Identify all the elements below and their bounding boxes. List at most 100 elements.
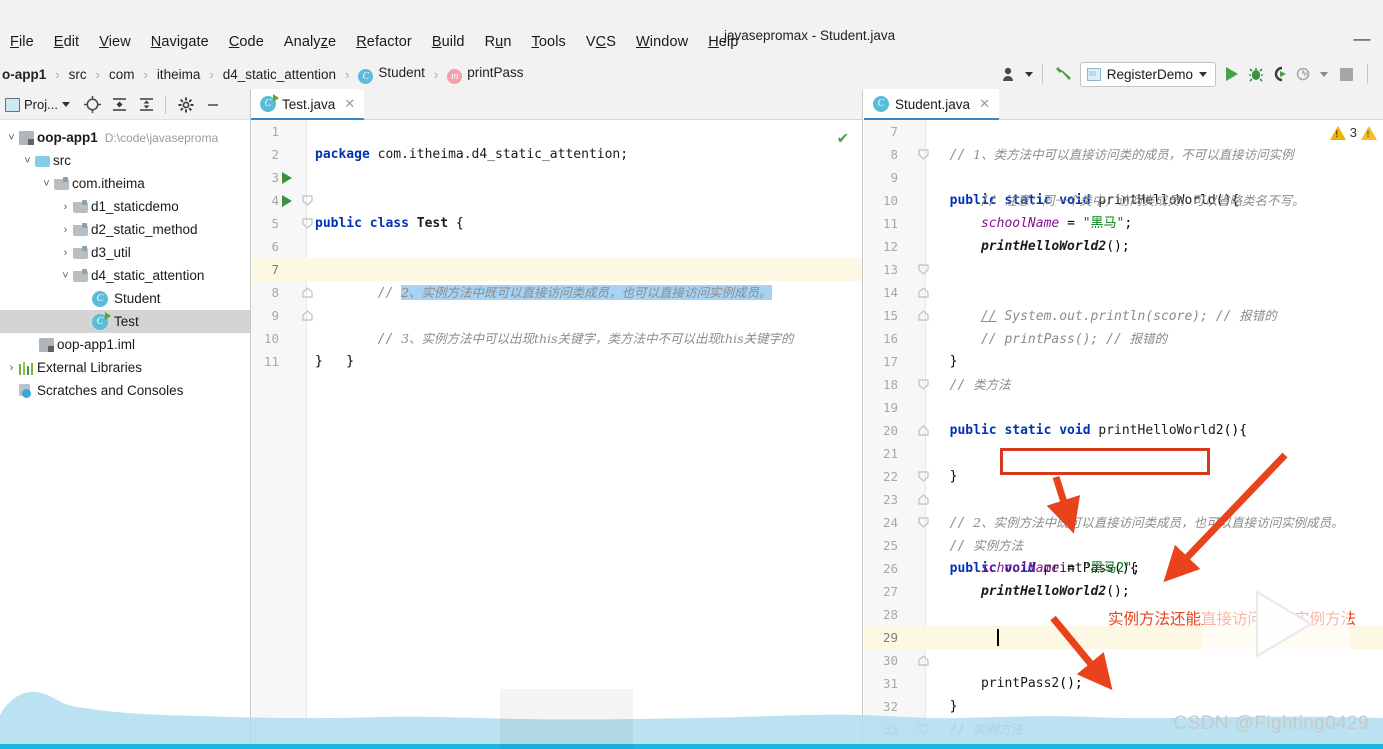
menu-build[interactable]: Build xyxy=(422,32,475,52)
breadcrumb-item-package[interactable]: d4_static_attention xyxy=(221,67,338,82)
locate-icon[interactable] xyxy=(80,93,105,117)
tree-item-src[interactable]: ˅ src xyxy=(0,149,250,172)
fold-close-icon[interactable] xyxy=(918,310,929,321)
minimize-icon[interactable] xyxy=(201,93,226,117)
expand-all-icon[interactable] xyxy=(107,93,132,117)
chevron-expanded-icon[interactable]: ˅ xyxy=(20,155,35,167)
code-line: 13 // System.out.println(score); // 报错的 xyxy=(864,258,1383,324)
close-icon[interactable]: ✕ xyxy=(344,96,355,112)
chevron-expanded-icon[interactable]: ˅ xyxy=(39,178,54,190)
fold-open-icon[interactable] xyxy=(918,149,929,160)
inspection-ok-icon[interactable]: ✔ xyxy=(838,128,848,148)
tree-item-file-test[interactable]: C Test xyxy=(0,310,250,333)
libraries-icon xyxy=(19,361,34,375)
tree-item-external-libraries[interactable]: › External Libraries xyxy=(0,356,250,379)
minimize-button[interactable]: — xyxy=(1351,30,1373,52)
tree-item-package-d2[interactable]: › d2_static_method xyxy=(0,218,250,241)
menu-code[interactable]: Code xyxy=(219,32,274,52)
run-with-coverage-icon[interactable] xyxy=(1268,62,1292,86)
fold-close-icon[interactable] xyxy=(302,310,313,321)
breadcrumb-item-module[interactable]: o-app1 xyxy=(0,67,48,82)
menu-file[interactable]: File xyxy=(0,32,44,52)
chevron-collapsed-icon[interactable]: › xyxy=(58,224,73,236)
breadcrumb-item-method[interactable]: m printPass xyxy=(445,65,525,84)
fold-close-icon[interactable] xyxy=(918,425,929,436)
menu-window[interactable]: Window xyxy=(626,32,698,52)
chevron-collapsed-icon[interactable]: › xyxy=(58,201,73,213)
code-line: 20 } xyxy=(864,419,1383,484)
code-editor-left[interactable]: 1 package com.itheima.d4_static_attentio… xyxy=(251,120,862,749)
fold-open-icon[interactable] xyxy=(918,379,929,390)
chevron-expanded-icon[interactable]: ˅ xyxy=(4,132,19,144)
user-menu-caret-icon[interactable] xyxy=(1024,71,1033,77)
line-number: 20 xyxy=(882,423,898,438)
build-hammer-icon[interactable] xyxy=(1052,62,1076,86)
breadcrumb-item-class[interactable]: C Student xyxy=(356,65,427,84)
run-icon[interactable] xyxy=(1220,62,1244,86)
menu-navigate[interactable]: Navigate xyxy=(141,32,219,52)
run-configuration-selector[interactable]: RegisterDemo xyxy=(1079,61,1216,87)
run-gutter-icon[interactable] xyxy=(282,172,292,184)
menu-run[interactable]: Run xyxy=(475,32,522,52)
debug-bug-icon[interactable] xyxy=(1244,62,1268,86)
tree-label: d3_util xyxy=(91,245,131,260)
menu-vcs[interactable]: VCS xyxy=(576,32,626,52)
main-toolbar: RegisterDemo xyxy=(999,58,1377,90)
menu-edit[interactable]: Edit xyxy=(44,32,89,52)
fold-open-icon[interactable] xyxy=(918,471,929,482)
tree-item-scratches[interactable]: Scratches and Consoles xyxy=(0,379,250,402)
tree-item-module[interactable]: ˅ oop-app1 D:\code\javaseproma xyxy=(0,126,250,149)
navigation-bar: o-app1 › src › com › itheima › d4_static… xyxy=(0,58,1383,90)
tree-item-package-d3[interactable]: › d3_util xyxy=(0,241,250,264)
user-avatar-icon[interactable] xyxy=(999,62,1023,86)
fold-open-icon[interactable] xyxy=(918,264,929,275)
menu-refactor[interactable]: Refactor xyxy=(346,32,422,52)
inspection-warning-widget[interactable]: 3 xyxy=(1329,125,1377,140)
breadcrumb-item-com[interactable]: com xyxy=(107,67,137,82)
tree-item-package-com-itheima[interactable]: ˅ com.itheima xyxy=(0,172,250,195)
project-tree: ˅ oop-app1 D:\code\javaseproma ˅ src ˅ c… xyxy=(0,120,250,402)
chevron-collapsed-icon[interactable]: › xyxy=(4,362,19,374)
fold-close-icon[interactable] xyxy=(918,494,929,505)
text-caret xyxy=(997,629,999,646)
tree-item-package-d4[interactable]: ˅ d4_static_attention xyxy=(0,264,250,287)
profiler-caret-icon[interactable] xyxy=(1320,71,1328,77)
menu-analyze[interactable]: Analyze xyxy=(274,32,346,52)
chevron-down-icon[interactable] xyxy=(61,102,70,107)
stop-icon[interactable] xyxy=(1334,62,1358,86)
tree-item-package-d1[interactable]: › d1_staticdemo xyxy=(0,195,250,218)
gear-icon[interactable] xyxy=(174,93,199,117)
line-number: 19 xyxy=(882,400,898,415)
tree-item-file-iml[interactable]: oop-app1.iml xyxy=(0,333,250,356)
breadcrumb-item-src[interactable]: src xyxy=(67,67,89,82)
chevron-expanded-icon[interactable]: ˅ xyxy=(58,270,73,282)
class-icon: C xyxy=(358,68,374,84)
fold-open-icon[interactable] xyxy=(302,195,313,206)
tab-student-java[interactable]: C Student.java ✕ xyxy=(864,89,999,120)
tab-test-java[interactable]: C Test.java ✕ xyxy=(251,89,365,120)
folder-package-icon xyxy=(73,268,88,282)
fold-open-icon[interactable] xyxy=(302,218,313,229)
fold-close-icon[interactable] xyxy=(302,287,313,298)
run-gutter-icon[interactable] xyxy=(282,195,292,207)
tab-label: Test.java xyxy=(282,96,336,112)
menu-view[interactable]: View xyxy=(89,32,141,52)
fold-close-icon[interactable] xyxy=(918,287,929,298)
project-tool-window: Proj... ˅ oop-app1 D:\code\javaseproma ˅… xyxy=(0,90,251,749)
fold-open-icon[interactable] xyxy=(918,517,929,528)
collapse-all-icon[interactable] xyxy=(134,93,159,117)
breadcrumb-separator: › xyxy=(143,66,148,82)
breadcrumb-class-label: Student xyxy=(378,64,425,80)
line-number: 8 xyxy=(890,147,898,162)
close-icon[interactable]: ✕ xyxy=(979,96,990,112)
tree-item-file-student[interactable]: C Student xyxy=(0,287,250,310)
line-number: 15 xyxy=(882,308,898,323)
project-panel-title[interactable]: Proj... xyxy=(24,97,58,112)
chevron-down-icon[interactable] xyxy=(1199,71,1207,77)
menu-tools[interactable]: Tools xyxy=(522,32,576,52)
profiler-icon[interactable] xyxy=(1292,62,1316,86)
fold-close-icon[interactable] xyxy=(918,655,929,666)
breadcrumb-item-itheima[interactable]: itheima xyxy=(155,67,203,82)
tree-label: Student xyxy=(114,291,161,306)
chevron-collapsed-icon[interactable]: › xyxy=(58,247,73,259)
